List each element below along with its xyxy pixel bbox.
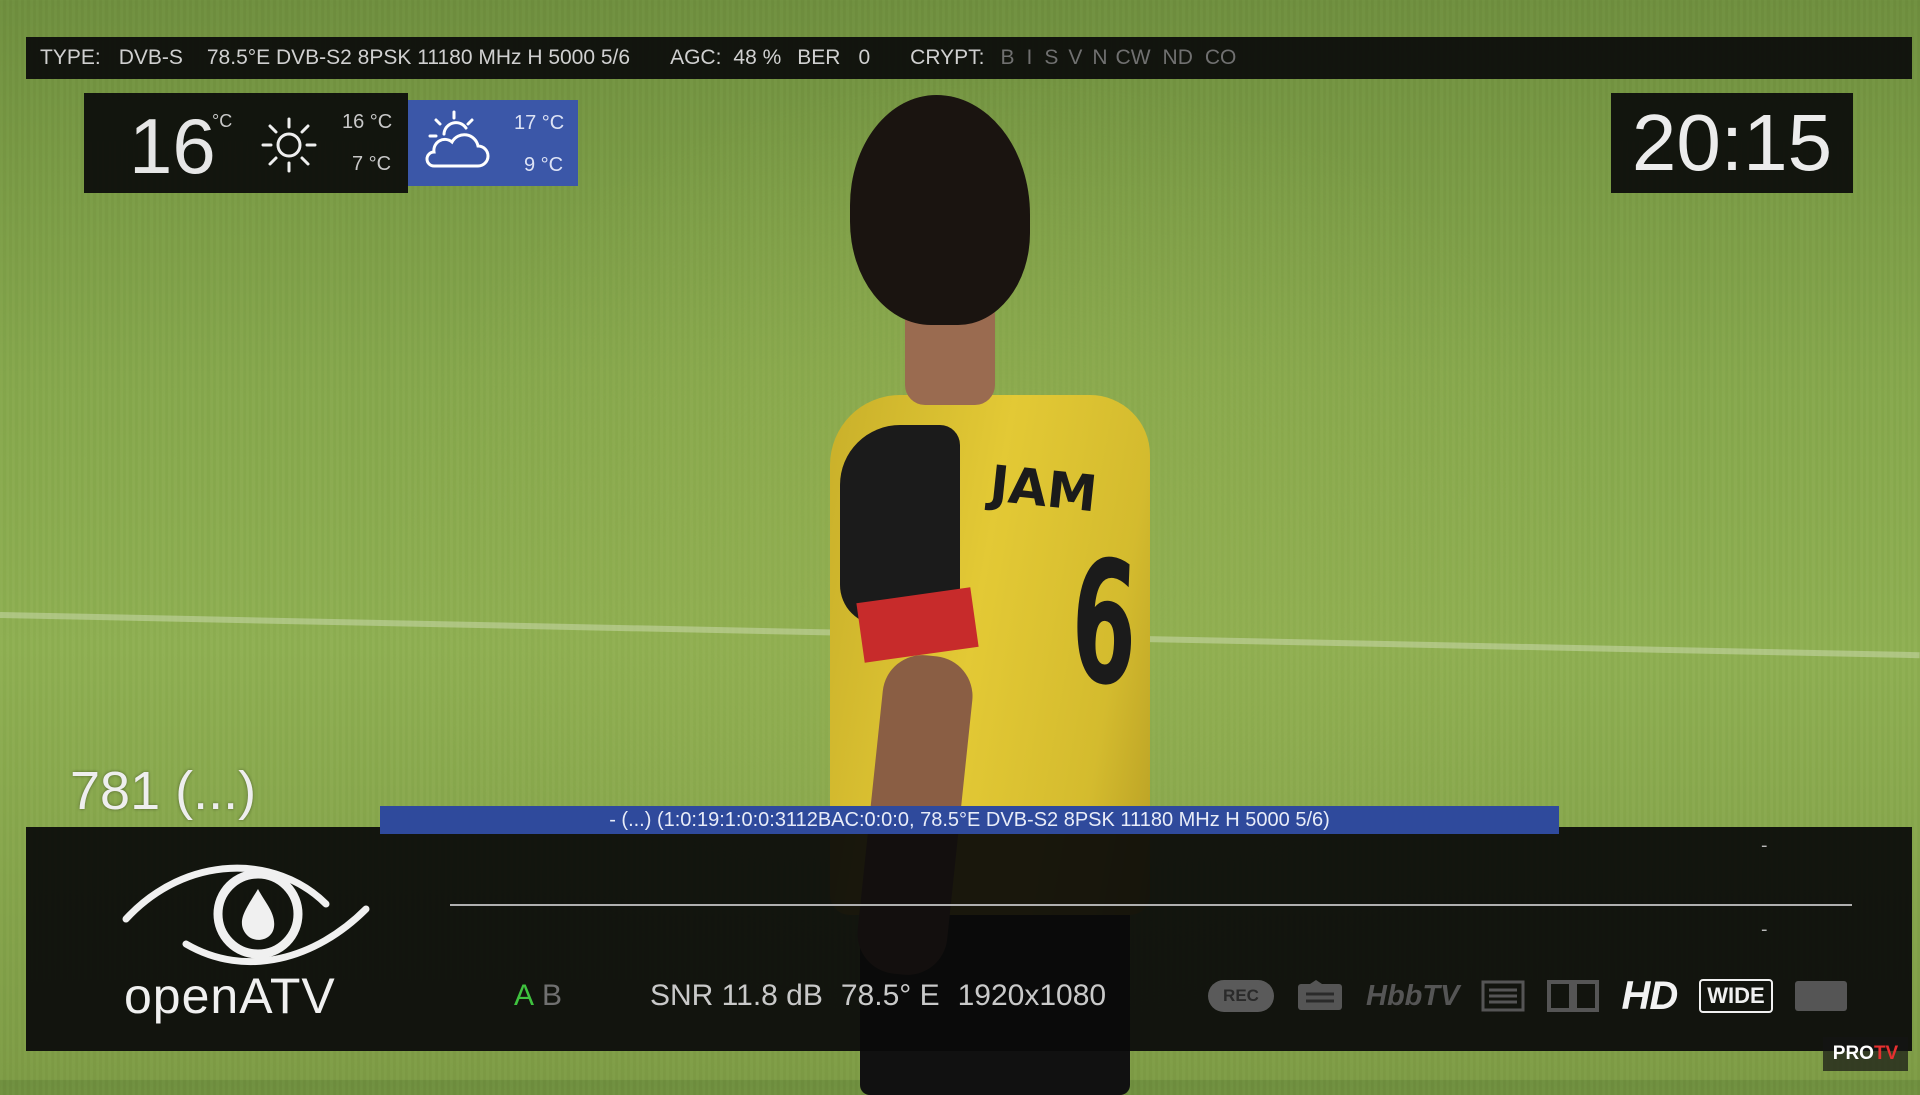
signal-stats: SNR 11.8 dB 78.5° E 1920x1080: [650, 979, 1124, 1013]
cloud-sun-icon: [425, 110, 490, 168]
type-value: DVB-S: [118, 46, 183, 69]
teletext-icon: [1481, 980, 1525, 1012]
rec-icon: REC: [1208, 980, 1274, 1012]
crypt-v: V: [1068, 46, 1083, 69]
watermark-pro: PRO: [1832, 1043, 1874, 1064]
service-indicators: REC HbbTV HD WIDE: [1208, 973, 1869, 1018]
player-head: [850, 95, 1030, 325]
forecast-tomorrow: 17 °C 9 °C: [408, 100, 578, 186]
video-resolution: 1920x1080: [957, 979, 1107, 1012]
crypt-s: S: [1044, 46, 1059, 69]
eye-logo-icon: [122, 864, 370, 966]
shirt-number: 6: [1067, 521, 1141, 727]
ber-value: 0: [858, 46, 871, 69]
transponder-info: 78.5°E DVB-S2 8PSK 11180 MHz H 5000 5/6: [206, 46, 631, 69]
agc-value: 48 %: [733, 46, 782, 69]
tomorrow-low: 9 °C: [524, 154, 564, 176]
hbbtv-icon: HbbTV: [1366, 979, 1460, 1012]
ber-label: BER: [797, 46, 841, 69]
shirt-name: JAM: [987, 454, 1100, 524]
subtitle-icon: [1296, 980, 1344, 1012]
tuner-a: A: [514, 979, 535, 1012]
now-event: -: [1761, 835, 1768, 856]
crypt-cw: CW: [1115, 46, 1151, 69]
tuner-indicator: AB: [514, 979, 562, 1013]
type-label: TYPE:: [40, 46, 101, 69]
crypt-co: CO: [1204, 46, 1237, 69]
channel-watermark: PROTV: [1823, 1037, 1908, 1071]
signal-info-bar: TYPE: DVB-S 78.5°E DVB-S2 8PSK 11180 MHz…: [26, 37, 1912, 79]
sun-icon: [261, 117, 317, 173]
today-low: 7 °C: [352, 153, 392, 175]
crypt-label: CRYPT:: [910, 46, 985, 69]
current-temperature: 16: [129, 102, 216, 190]
hd-icon: HD: [1621, 973, 1678, 1018]
crypt-i: I: [1026, 46, 1033, 69]
snr-value: SNR 11.8 dB: [650, 979, 823, 1012]
today-high: 16 °C: [342, 111, 393, 133]
clock: 20:15: [1611, 93, 1853, 193]
widescreen-icon: WIDE: [1699, 979, 1773, 1013]
orbital-position: 78.5° E: [840, 979, 940, 1012]
crypt-n: N: [1092, 46, 1108, 69]
tuner-b: B: [542, 979, 563, 1012]
crypt-b: B: [1000, 46, 1015, 69]
watermark-tv: TV: [1873, 1043, 1899, 1064]
event-progress-bar: [450, 904, 1852, 906]
temperature-unit: °C: [212, 111, 233, 131]
tomorrow-high: 17 °C: [514, 112, 565, 134]
channel-number: 781 (...): [70, 761, 257, 821]
dolby-icon: [1547, 980, 1600, 1012]
service-reference-bar: - (...) (1:0:19:1:0:0:3112BAC:0:0:0, 78.…: [380, 806, 1559, 834]
next-event: -: [1761, 919, 1768, 940]
rec-label: REC: [1223, 986, 1259, 1005]
infobar-panel: openATV - - AB SNR 11.8 dB 78.5° E 1920x10…: [26, 827, 1912, 1051]
weather-widget: 16 °C 16 °C 7 °C: [84, 93, 408, 193]
crypt-icon: [1794, 981, 1847, 1011]
agc-label: AGC:: [670, 46, 722, 69]
crypt-nd: ND: [1162, 46, 1193, 69]
brand-logo-text: openATV: [124, 968, 336, 1024]
